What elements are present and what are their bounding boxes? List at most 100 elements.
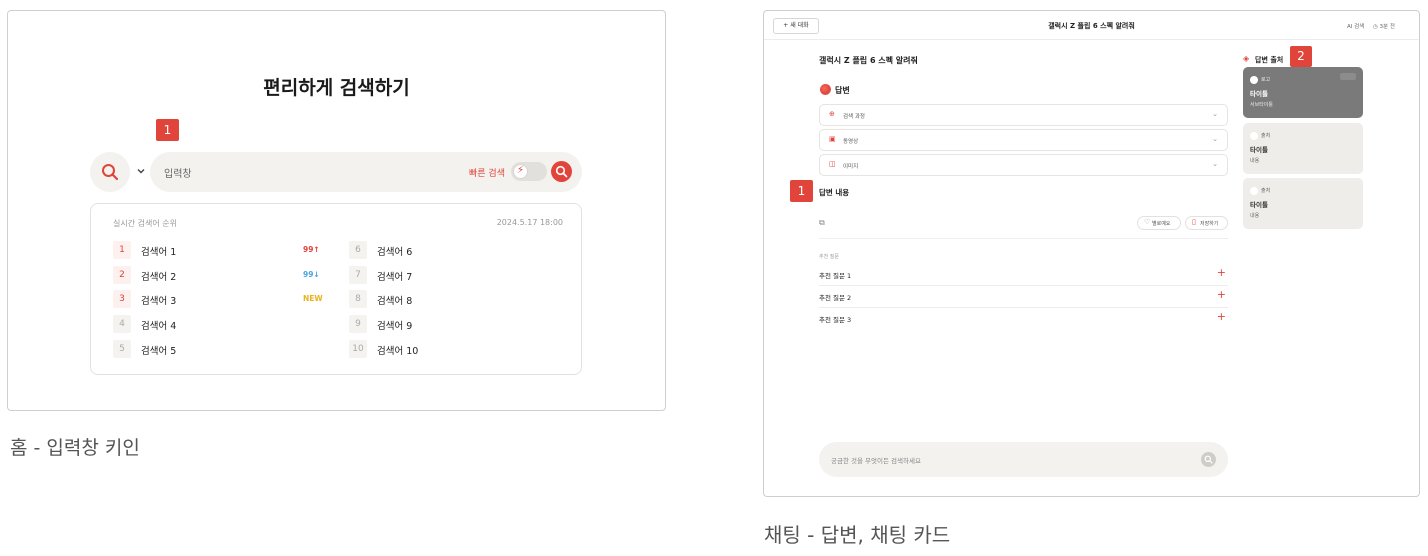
rank-number: 7 — [349, 266, 367, 284]
lightning-icon: ⚡ — [517, 165, 525, 176]
source-card[interactable]: 출처 타이틀 내용 — [1243, 178, 1363, 229]
chevron-down-icon: ⌄ — [1212, 110, 1218, 118]
home-caption: 홈 - 입력창 키인 — [10, 437, 140, 459]
thumbs-down-icon: ♡ — [1144, 218, 1151, 226]
search-icon — [1204, 455, 1213, 464]
ranking-item[interactable]: 2 검색어 2 99↓ — [113, 266, 343, 284]
answer-orb-icon — [820, 84, 831, 95]
rank-term: 검색어 3 — [141, 296, 177, 307]
bookmark-icon: ▯ — [1192, 218, 1196, 226]
rank-change: 99↑ — [303, 245, 320, 254]
chat-input[interactable]: 궁금한 것을 무엇이든 검색하세요 — [819, 442, 1228, 477]
source-kind: 출처 — [1261, 188, 1271, 194]
ranking-item[interactable]: 8 검색어 8 — [349, 290, 549, 308]
ranking-item[interactable]: 1 검색어 1 99↑ — [113, 241, 343, 259]
annotation-marker-2: 2 — [1290, 46, 1312, 67]
search-submit-button[interactable] — [551, 161, 572, 182]
rank-change: 99↓ — [303, 270, 320, 279]
accordion-videos[interactable]: ▣ 동영상 ⌄ — [819, 129, 1228, 151]
accordion-label: 검색 과정 — [843, 114, 865, 120]
answer-content: 답변 내용 — [819, 188, 850, 197]
search-input[interactable]: 입력창 빠른 검색 ⚡ — [150, 152, 582, 192]
rank-term: 검색어 5 — [141, 346, 177, 357]
rank-number: 8 — [349, 290, 367, 308]
rank-number: 1 — [113, 241, 131, 259]
copy-icon[interactable]: ⧉ — [819, 218, 825, 228]
chat-input-placeholder: 궁금한 것을 무엇이든 검색하세요 — [831, 457, 921, 465]
chat-frame: + 새 대화 갤럭시 Z 플립 6 스펙 알려줘 AI 검색 ◷ 3분 전 갤럭… — [763, 10, 1420, 497]
accordion-images[interactable]: ◫ 이미지 ⌄ — [819, 154, 1228, 176]
rank-term: 검색어 9 — [377, 321, 413, 332]
source-subtitle: 내용 — [1250, 158, 1260, 164]
rank-number: 9 — [349, 315, 367, 333]
recommended-question[interactable]: 추천 질문 2 + — [819, 287, 1228, 308]
recommend-title: 추천 질문 — [819, 254, 839, 260]
chat-search-button[interactable] — [1201, 452, 1216, 467]
source-title: 타이틀 — [1250, 90, 1268, 98]
source-logo — [1250, 187, 1258, 195]
sources-label: 답변 출처 — [1255, 56, 1284, 64]
rank-number: 2 — [113, 266, 131, 284]
rank-term: 검색어 4 — [141, 321, 177, 332]
accordion-label: 동영상 — [843, 139, 859, 145]
source-logo — [1250, 76, 1258, 84]
accordion-label: 이미지 — [843, 164, 859, 170]
save-label: 저장하기 — [1200, 221, 1219, 227]
layers-icon: ◈ — [1243, 54, 1250, 63]
ranking-item[interactable]: 5 검색어 5 — [113, 340, 343, 358]
ranking-item[interactable]: 9 검색어 9 — [349, 315, 549, 333]
ranking-item[interactable]: 7 검색어 7 — [349, 266, 549, 284]
source-subtitle: 서브타이틀 — [1250, 102, 1274, 108]
realtime-ranking-card: 실시간 검색어 순위 2024.5.17 18:00 1 검색어 1 99↑ 2… — [90, 203, 582, 375]
chevron-down-icon[interactable] — [135, 165, 147, 177]
source-subtitle: 내용 — [1250, 213, 1260, 219]
home-title: 편리하게 검색하기 — [263, 77, 410, 99]
rank-number: 5 — [113, 340, 131, 358]
ranking-item[interactable]: 3 검색어 3 NEW — [113, 290, 343, 308]
image-icon: ◫ — [829, 160, 836, 168]
rank-term: 검색어 2 — [141, 272, 177, 283]
ranking-item[interactable]: 10 검색어 10 — [349, 340, 549, 358]
save-button[interactable]: ▯ 저장하기 — [1185, 216, 1228, 230]
home-frame: 편리하게 검색하기 1 입력창 빠른 검색 ⚡ 실시간 검색어 순위 2024.… — [7, 10, 666, 411]
accordion-search-process[interactable]: ⊕ 검색 과정 ⌄ — [819, 104, 1228, 126]
source-kind: 출처 — [1261, 133, 1271, 139]
source-card[interactable]: 로고 타이틀 서브타이틀 — [1243, 67, 1363, 118]
rank-number: 3 — [113, 290, 131, 308]
rank-term: 검색어 6 — [377, 247, 413, 258]
plus-icon: + — [1216, 288, 1226, 301]
plus-icon: + — [1216, 310, 1226, 323]
annotation-marker-1: 1 — [156, 119, 179, 141]
search-mode-button[interactable] — [90, 152, 130, 192]
source-logo — [1250, 132, 1258, 140]
quick-search-toggle[interactable]: ⚡ — [511, 162, 547, 181]
chat-title: 갤럭시 Z 플립 6 스펙 알려줘 — [1048, 22, 1135, 30]
divider — [819, 238, 1228, 239]
dislike-button[interactable]: ♡ 별로예요 — [1137, 216, 1181, 230]
search-icon — [102, 164, 119, 181]
dislike-label: 별로예요 — [1152, 221, 1171, 227]
annotation-marker-1: 1 — [790, 180, 813, 202]
ranking-item[interactable]: 4 검색어 4 — [113, 315, 343, 333]
recommended-question[interactable]: 추천 질문 1 + — [819, 265, 1228, 286]
chevron-down-icon: ⌄ — [1212, 135, 1218, 143]
source-badge — [1340, 73, 1356, 80]
history-button[interactable]: ◷ 3분 전 — [1373, 22, 1395, 30]
rank-number: 10 — [349, 340, 367, 358]
source-card[interactable]: 출처 타이틀 내용 — [1243, 123, 1363, 174]
ranking-item[interactable]: 6 검색어 6 — [349, 241, 549, 259]
video-icon: ▣ — [829, 135, 836, 143]
source-kind: 로고 — [1261, 77, 1271, 83]
globe-icon: ⊕ — [829, 110, 835, 118]
rank-term: 검색어 7 — [377, 272, 413, 283]
source-title: 타이틀 — [1250, 146, 1268, 154]
question-title: 갤럭시 Z 플립 6 스펙 알려줘 — [819, 56, 918, 65]
ranking-timestamp: 2024.5.17 18:00 — [496, 218, 563, 227]
chevron-down-icon: ⌄ — [1212, 160, 1218, 168]
ai-search-link[interactable]: AI 검색 — [1347, 22, 1364, 30]
source-title: 타이틀 — [1250, 201, 1268, 209]
rank-number: 6 — [349, 241, 367, 259]
recommended-question[interactable]: 추천 질문 3 + — [819, 309, 1228, 330]
answer-label: 답변 — [835, 86, 850, 95]
rank-term: 검색어 10 — [377, 346, 419, 357]
